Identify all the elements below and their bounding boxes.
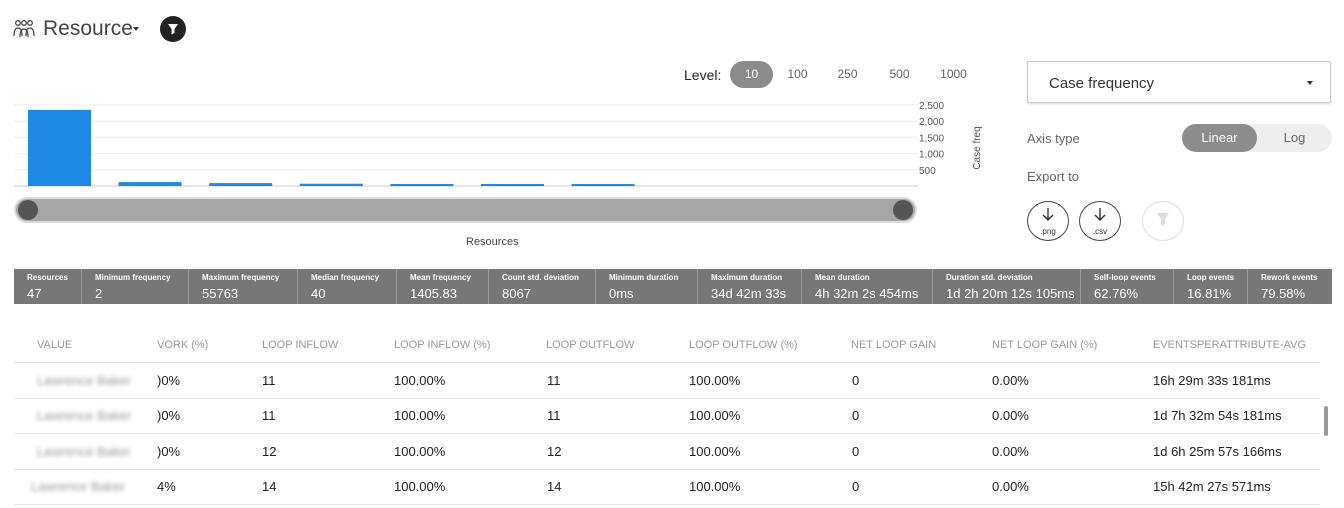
- y-tick-label: 2,500: [919, 101, 944, 112]
- stat-max-frequency: Maximum frequency 55763: [188, 269, 297, 304]
- chart-x-axis-label: Resources: [466, 236, 519, 248]
- bar[interactable]: [209, 183, 273, 186]
- stat-duration-std-deviation: Duration std. deviation 1d 2h 20m 12s 105…: [932, 269, 1080, 304]
- metric-select[interactable]: Case frequency: [1027, 61, 1331, 103]
- column-header-value[interactable]: VALUE: [37, 339, 72, 351]
- export-png-label: .png: [1040, 227, 1056, 236]
- people-icon: [13, 20, 35, 38]
- stat-resources: Resources 47: [27, 273, 68, 301]
- metric-select-value: Case frequency: [1049, 75, 1155, 92]
- stat-loop-events: Loop events 16.81%: [1173, 269, 1247, 304]
- y-tick-label: 2,000: [919, 117, 944, 128]
- page-title[interactable]: Resource: [43, 17, 133, 41]
- export-label: Export to: [1027, 169, 1080, 184]
- bar[interactable]: [28, 109, 91, 186]
- export-png-button[interactable]: .png: [1027, 201, 1069, 241]
- export-filter-button[interactable]: [1142, 201, 1184, 241]
- bar[interactable]: [299, 183, 363, 186]
- bar-chart: 2,500 2,000 1,500 1,000 500 Case freq: [14, 101, 983, 223]
- bar[interactable]: [118, 182, 182, 186]
- export-csv-button[interactable]: .csv: [1079, 201, 1121, 241]
- table-row[interactable]: Lawrence Baker 4% 14 100.00% 14 100.00% …: [14, 469, 1320, 505]
- chevron-down-icon[interactable]: [133, 27, 139, 31]
- range-slider-start-handle[interactable]: [18, 200, 38, 220]
- chevron-down-icon: [1307, 81, 1313, 85]
- axis-type-label: Axis type: [1027, 131, 1080, 146]
- bar[interactable]: [390, 184, 454, 186]
- column-header-loop-inflow-pct[interactable]: LOOP INFLOW (%): [394, 339, 490, 351]
- stats-bar: Resources 47 Minimum frequency 2 Maximum f…: [14, 269, 1332, 304]
- axis-option-linear[interactable]: Linear: [1182, 124, 1257, 152]
- level-option-100[interactable]: 100: [776, 61, 819, 88]
- bar[interactable]: [481, 184, 544, 186]
- column-header-rework-pct[interactable]: VORK (%): [157, 339, 208, 351]
- level-option-1000[interactable]: 1000: [932, 61, 975, 88]
- range-slider-end-handle[interactable]: [893, 200, 913, 220]
- axis-option-log[interactable]: Log: [1257, 124, 1332, 152]
- stat-min-frequency: Minimum frequency 2: [81, 269, 188, 304]
- export-csv-label: .csv: [1092, 227, 1108, 236]
- level-option-250[interactable]: 250: [826, 61, 869, 88]
- table-row[interactable]: Lawrence Baker )0% 11 100.00% 11 100.00%…: [14, 363, 1320, 399]
- table-row[interactable]: Lawrence Baker )0% 11 100.00% 11 100.00%…: [14, 398, 1320, 434]
- y-tick-label: 1,000: [919, 150, 944, 161]
- range-slider-track[interactable]: [14, 197, 917, 223]
- stat-self-loop-events: Self-loop events 62.76%: [1080, 269, 1173, 304]
- level-option-10[interactable]: 10: [730, 61, 773, 88]
- column-header-events-per-attribute-avg[interactable]: EVENTSPERATTRIBUTE-AVG: [1153, 339, 1306, 351]
- column-header-loop-outflow-pct[interactable]: LOOP OUTFLOW (%): [689, 339, 798, 351]
- stat-max-duration: Maximum duration 34d 42m 33s: [697, 269, 801, 304]
- bar[interactable]: [571, 184, 635, 186]
- column-header-loop-inflow[interactable]: LOOP INFLOW: [262, 339, 338, 351]
- chart-y-axis-label: Case freq: [972, 126, 983, 169]
- download-icon: [1042, 208, 1054, 221]
- stat-min-duration: Minimum duration 0ms: [595, 269, 697, 304]
- stat-rework-events: Rework events 79.58%: [1247, 269, 1332, 304]
- filter-button[interactable]: [160, 16, 186, 42]
- table-row[interactable]: Lawrence Baker )0% 12 100.00% 12 100.00%…: [14, 434, 1320, 470]
- stat-mean-duration: Mean duration 4h 32m 2s 454ms: [801, 269, 932, 304]
- column-header-net-loop-gain[interactable]: NET LOOP GAIN: [851, 339, 936, 351]
- stat-mean-frequency: Mean frequency 1405.83: [396, 269, 488, 304]
- y-tick-label: 1,500: [919, 133, 944, 144]
- level-label: Level:: [684, 67, 722, 83]
- level-option-500[interactable]: 500: [878, 61, 921, 88]
- stat-median-frequency: Median frequency 40: [297, 269, 396, 304]
- column-header-net-loop-gain-pct[interactable]: NET LOOP GAIN (%): [992, 339, 1097, 351]
- table-scrollbar[interactable]: [1324, 406, 1328, 436]
- download-icon: [1094, 208, 1106, 221]
- y-tick-label: 500: [919, 166, 936, 177]
- axis-type-toggle: Linear Log: [1182, 124, 1332, 152]
- filter-icon: [168, 24, 178, 35]
- filter-icon: [1157, 213, 1169, 226]
- column-header-loop-outflow[interactable]: LOOP OUTFLOW: [546, 339, 634, 351]
- stat-count-std-deviation: Count std. deviation 8067: [488, 269, 595, 304]
